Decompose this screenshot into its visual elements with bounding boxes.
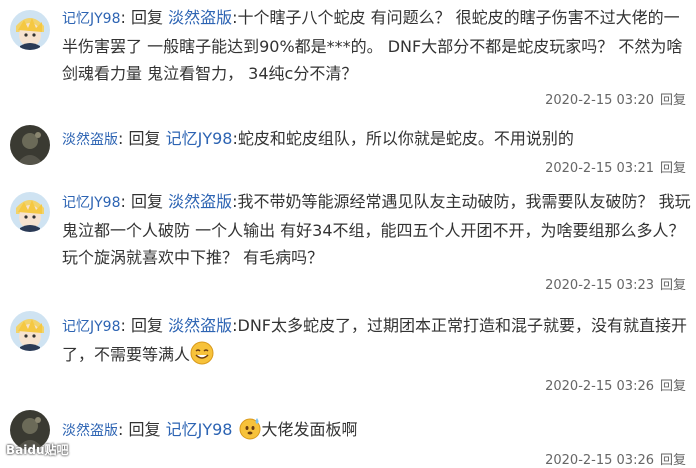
reply-meta: 2020-2-15 03:23 回复 [545, 274, 686, 293]
reply-button[interactable]: 回复 [660, 161, 686, 176]
reply-item: 淡然盗版: 回复 记忆JY98 大佬发面板啊 2020-2-15 03:26 回复 [0, 396, 696, 468]
sweat-emoji-icon [238, 416, 262, 440]
reply-content: 淡然盗版: 回复 记忆JY98:蛇皮和蛇皮组队，所以你就是蛇皮。不用说别的 [62, 129, 574, 148]
reply-content: 记忆JY98: 回复 淡然盗版:十个瞎子八个蛇皮 有问题么？ 很蛇皮的瞎子伤害不… [62, 8, 683, 83]
reply-word: 回复 [130, 8, 163, 27]
reply-username[interactable]: 记忆JY98 [62, 195, 121, 211]
reply-item: 记忆JY98: 回复 淡然盗版:我不带奶等能源经常遇见队友主动破防，我需要队友破… [0, 182, 696, 299]
reply-target-user[interactable]: 淡然盗版 [168, 8, 232, 27]
reply-username[interactable]: 淡然盗版 [62, 132, 118, 148]
reply-text: 大佬发面板啊 [261, 420, 358, 439]
reply-meta: 2020-2-15 03:21 回复 [545, 157, 686, 176]
reply-item: 淡然盗版: 回复 记忆JY98:蛇皮和蛇皮组队，所以你就是蛇皮。不用说别的 20… [0, 115, 696, 182]
reply-word: 回复 [128, 420, 161, 439]
reply-word: 回复 [130, 316, 163, 335]
reply-time: 2020-2-15 03:20 [545, 93, 654, 108]
reply-text: :蛇皮和蛇皮组队，所以你就是蛇皮。不用说别的 [232, 129, 574, 148]
reply-username[interactable]: 淡然盗版 [62, 423, 118, 439]
reply-content: 记忆JY98: 回复 淡然盗版:我不带奶等能源经常遇见队友主动破防，我需要队友破… [62, 192, 691, 267]
reply-meta: 2020-2-15 03:20 回复 [545, 89, 686, 108]
reply-username[interactable]: 记忆JY98 [62, 11, 121, 27]
reply-item: 记忆JY98: 回复 淡然盗版:DNF太多蛇皮了，过期团本正常打造和混子就要，没… [0, 299, 696, 396]
user-avatar[interactable] [10, 125, 50, 165]
reply-button[interactable]: 回复 [660, 379, 686, 394]
reply-target-user[interactable]: 记忆JY98 [166, 420, 233, 439]
user-avatar[interactable] [10, 311, 50, 351]
reply-meta: 2020-2-15 03:26 回复 [545, 449, 686, 468]
reply-username[interactable]: 记忆JY98 [62, 319, 121, 335]
user-avatar[interactable] [10, 10, 50, 50]
smile-emoji-icon [190, 341, 214, 365]
reply-button[interactable]: 回复 [660, 278, 686, 293]
reply-time: 2020-2-15 03:23 [545, 278, 654, 293]
reply-target-user[interactable]: 淡然盗版 [168, 316, 232, 335]
reply-target-user[interactable]: 记忆JY98 [166, 129, 233, 148]
reply-content: 淡然盗版: 回复 记忆JY98 大佬发面板啊 [62, 416, 692, 445]
reply-word: 回复 [128, 129, 161, 148]
reply-button[interactable]: 回复 [660, 93, 686, 108]
reply-item: 记忆JY98: 回复 淡然盗版:十个瞎子八个蛇皮 有问题么？ 很蛇皮的瞎子伤害不… [0, 0, 696, 115]
reply-time: 2020-2-15 03:21 [545, 161, 654, 176]
reply-meta: 2020-2-15 03:26 回复 [545, 375, 686, 394]
user-avatar[interactable] [10, 192, 50, 232]
baidu-tieba-watermark: Baidu贴吧 [6, 443, 69, 457]
reply-word: 回复 [130, 192, 163, 211]
reply-content: 记忆JY98: 回复 淡然盗版:DNF太多蛇皮了，过期团本正常打造和混子就要，没… [62, 316, 687, 365]
reply-target-user[interactable]: 淡然盗版 [168, 192, 232, 211]
reply-time: 2020-2-15 03:26 [545, 379, 654, 394]
